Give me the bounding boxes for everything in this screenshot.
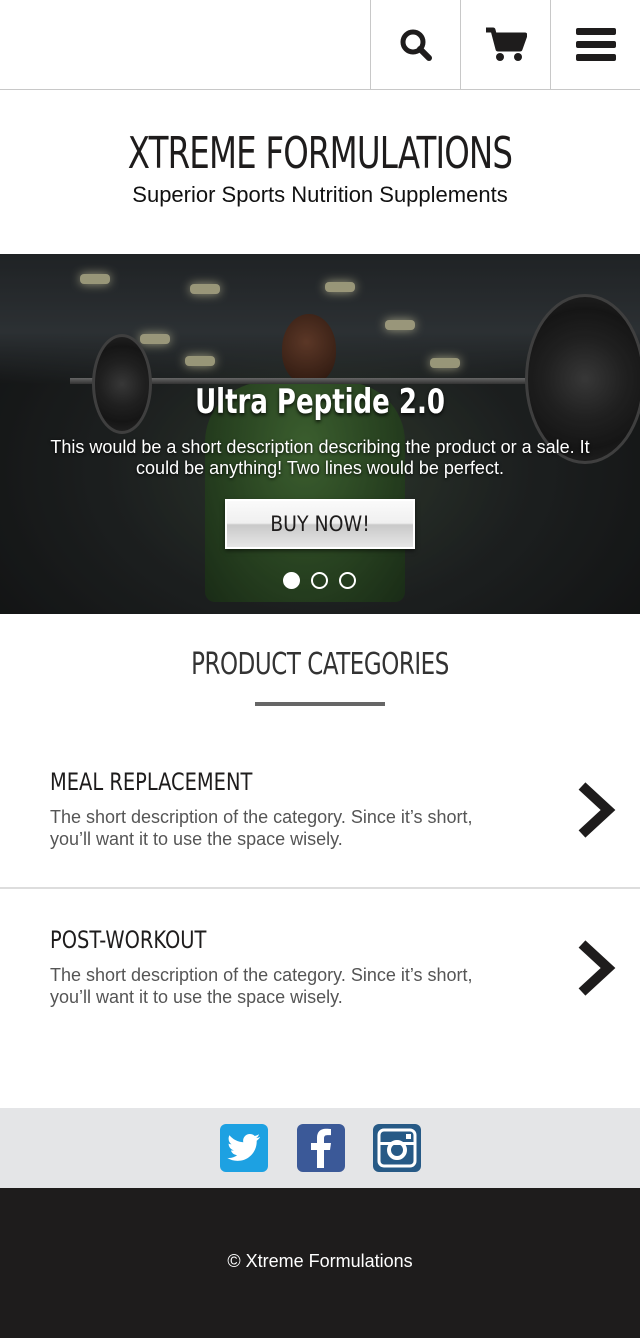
hamburger-menu-icon bbox=[575, 27, 616, 61]
cart-icon bbox=[485, 27, 527, 61]
search-button[interactable] bbox=[370, 0, 460, 89]
carousel-dot-2[interactable] bbox=[311, 572, 328, 589]
category-item-meal-replacement[interactable]: MEAL REPLACEMENT The short description o… bbox=[0, 732, 640, 889]
buy-now-button[interactable]: BUY NOW! bbox=[225, 499, 415, 549]
category-description: The short description of the category. S… bbox=[50, 807, 473, 849]
carousel-indicators bbox=[283, 572, 356, 589]
cart-button[interactable] bbox=[460, 0, 550, 89]
brand-header: XTREME FORMULATIONS Superior Sports Nutr… bbox=[0, 90, 640, 254]
search-icon bbox=[400, 29, 432, 61]
category-name: POST-WORKOUT bbox=[50, 926, 207, 954]
hero-overlay bbox=[0, 254, 640, 614]
hero-title: Ultra Peptide 2.0 bbox=[195, 382, 445, 422]
carousel-dot-3[interactable] bbox=[339, 572, 356, 589]
facebook-f-glyph bbox=[311, 1128, 331, 1168]
carousel-dot-1[interactable] bbox=[283, 572, 300, 589]
hero-description: This would be a short description descri… bbox=[50, 437, 590, 478]
site-tagline: Superior Sports Nutrition Supplements bbox=[132, 182, 508, 207]
twitter-icon[interactable] bbox=[220, 1124, 268, 1172]
hero-carousel: Ultra Peptide 2.0 This would be a short … bbox=[0, 254, 640, 614]
site-footer: © Xtreme Formulations bbox=[0, 1188, 640, 1338]
chevron-right-icon[interactable] bbox=[576, 780, 616, 840]
menu-button[interactable] bbox=[550, 0, 640, 89]
social-links-bar bbox=[0, 1108, 640, 1188]
category-item-post-workout[interactable]: POST-WORKOUT The short description of th… bbox=[0, 890, 640, 1047]
copyright-text: © Xtreme Formulations bbox=[227, 1251, 413, 1271]
site-title: XTREME FORMULATIONS bbox=[127, 128, 513, 179]
category-name: MEAL REPLACEMENT bbox=[50, 768, 253, 796]
product-categories-heading: PRODUCT CATEGORIES bbox=[191, 647, 449, 682]
facebook-icon[interactable] bbox=[297, 1124, 345, 1172]
twitter-bird-glyph bbox=[227, 1134, 260, 1161]
instagram-camera-glyph bbox=[377, 1128, 417, 1168]
category-description: The short description of the category. S… bbox=[50, 965, 473, 1007]
top-navigation-bar bbox=[0, 0, 640, 90]
chevron-right-icon[interactable] bbox=[576, 938, 616, 998]
instagram-icon[interactable] bbox=[373, 1124, 421, 1172]
heading-divider bbox=[255, 702, 385, 706]
